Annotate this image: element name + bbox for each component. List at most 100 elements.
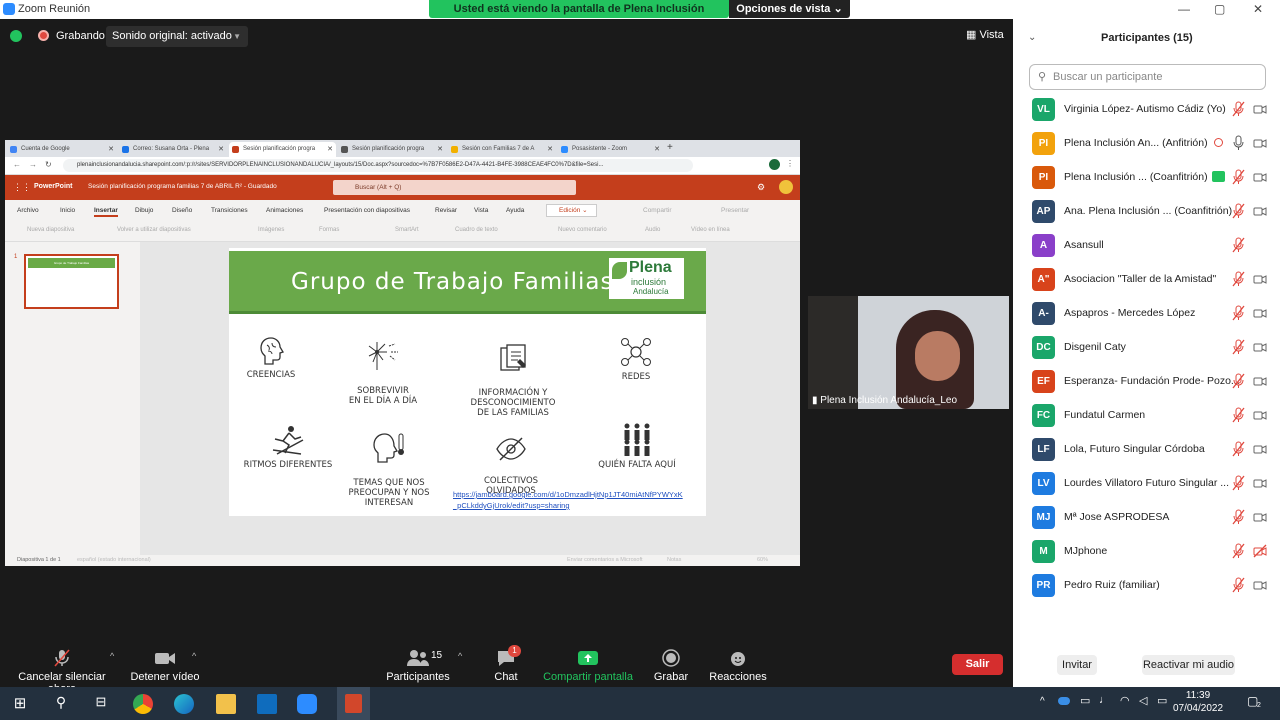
profile-avatar[interactable] bbox=[769, 159, 780, 170]
view-options-button[interactable]: Opciones de vista ⌄ bbox=[729, 0, 850, 18]
participant-row[interactable]: DC Disgenil Caty bbox=[1013, 331, 1280, 365]
participant-video[interactable]: ▮ Plena Inclusión Andalucía_Leo bbox=[808, 296, 1009, 409]
leave-meeting-button[interactable]: Salir bbox=[952, 654, 1003, 675]
ribbon-reuse-slides[interactable]: Volver a utilizar diapositivas bbox=[117, 227, 191, 233]
participant-row[interactable]: FC Fundatul Carmen bbox=[1013, 399, 1280, 433]
participant-row[interactable]: PI Plena Inclusión An... (Anfitrión) bbox=[1013, 127, 1280, 161]
battery-icon[interactable]: ▭ bbox=[1157, 694, 1167, 707]
browser-tab[interactable]: Posasistente - Zoom ✕ bbox=[558, 142, 663, 157]
browser-menu-icon[interactable]: ⋮ bbox=[786, 159, 794, 168]
browser-tab-active[interactable]: Sesión planificación progra ✕ bbox=[229, 142, 336, 157]
tray-chevron-icon[interactable]: ^ bbox=[1040, 696, 1045, 707]
participant-row[interactable]: PR Pedro Ruiz (familiar) bbox=[1013, 569, 1280, 603]
audio-options-caret-icon[interactable]: ^ bbox=[110, 651, 114, 661]
menu-vista[interactable]: Vista bbox=[474, 207, 488, 214]
participant-row[interactable]: EF Esperanza- Fundación Prode- Pozo... bbox=[1013, 365, 1280, 399]
tab-close-icon[interactable]: ✕ bbox=[547, 145, 553, 153]
browser-tab[interactable]: Sesión con Familias 7 de A ✕ bbox=[448, 142, 556, 157]
file-explorer-icon[interactable] bbox=[216, 694, 236, 714]
taskbar-search-icon[interactable]: ⚲ bbox=[51, 694, 71, 714]
volume-icon[interactable]: ◁ bbox=[1139, 694, 1147, 707]
status-zoom[interactable]: 60% bbox=[757, 557, 768, 563]
reactivate-audio-button[interactable]: Reactivar mi audio bbox=[1142, 655, 1235, 675]
onedrive-icon[interactable] bbox=[1058, 697, 1070, 705]
menu-inicio[interactable]: Inicio bbox=[60, 207, 75, 214]
taskbar-clock[interactable]: 11:39 07/04/2022 bbox=[1168, 689, 1228, 715]
slide-thumbnail[interactable]: Grupo de Trabajo Familias bbox=[24, 254, 119, 309]
caret-down-icon[interactable]: ▼ bbox=[233, 26, 241, 47]
ribbon-smartart[interactable]: SmartArt bbox=[395, 227, 419, 233]
status-language[interactable]: español (estado internacional) bbox=[77, 557, 151, 563]
status-notes[interactable]: Notas bbox=[667, 557, 681, 563]
ribbon-textbox[interactable]: Cuadro de texto bbox=[455, 227, 498, 233]
ribbon-online-video[interactable]: Vídeo en línea bbox=[691, 227, 730, 233]
user-avatar[interactable] bbox=[779, 180, 793, 194]
zoom-taskbar-icon[interactable] bbox=[297, 694, 317, 714]
maximize-icon[interactable]: ▢ bbox=[1214, 2, 1225, 16]
tray-mic-icon[interactable]: ♩ bbox=[1099, 694, 1110, 706]
menu-insertar[interactable]: Insertar bbox=[94, 207, 118, 217]
video-options-caret-icon[interactable]: ^ bbox=[192, 651, 196, 661]
original-sound-button[interactable]: Sonido original: activado ▼ bbox=[106, 26, 248, 47]
reload-icon[interactable]: ↻ bbox=[45, 160, 52, 169]
tab-close-icon[interactable]: ✕ bbox=[654, 145, 660, 153]
view-button[interactable]: ▦ Vista bbox=[966, 28, 1004, 41]
present-button[interactable]: Presentar bbox=[721, 207, 749, 214]
reactions-button[interactable]: Reacciones bbox=[708, 639, 768, 683]
ribbon-images[interactable]: Imágenes bbox=[258, 227, 284, 233]
back-icon[interactable]: ← bbox=[13, 160, 21, 169]
collapse-chevron-icon[interactable]: ⌄ bbox=[1028, 32, 1036, 43]
menu-archivo[interactable]: Archivo bbox=[17, 207, 39, 214]
invite-button[interactable]: Invitar bbox=[1057, 655, 1097, 675]
menu-revisar[interactable]: Revisar bbox=[435, 207, 457, 214]
new-tab-icon[interactable]: + bbox=[667, 142, 673, 153]
windows-start-icon[interactable]: ⊞ bbox=[10, 694, 30, 714]
ribbon-audio[interactable]: Audio bbox=[645, 227, 660, 233]
url-field[interactable]: plenainclusionandalucia.sharepoint.com/:… bbox=[63, 159, 693, 172]
task-view-icon[interactable]: ⊟ bbox=[91, 694, 111, 714]
share-button[interactable]: Compartir bbox=[643, 207, 672, 214]
browser-tab[interactable]: Sesión planificación progra ✕ bbox=[338, 142, 446, 157]
ribbon-new-comment[interactable]: Nuevo comentario bbox=[558, 227, 607, 233]
participant-row[interactable]: LV Lourdes Villatoro Futuro Singular ... bbox=[1013, 467, 1280, 501]
close-icon[interactable]: ✕ bbox=[1253, 2, 1263, 16]
participant-row[interactable]: A Asansull bbox=[1013, 229, 1280, 263]
security-shield-icon[interactable] bbox=[10, 30, 22, 42]
edge-icon[interactable] bbox=[174, 694, 194, 714]
browser-tab[interactable]: Correo: Susana Orta - Plena ✕ bbox=[119, 142, 227, 157]
share-screen-button[interactable]: Compartir pantalla bbox=[542, 639, 634, 683]
participant-row[interactable]: PI Plena Inclusión ... (Coanfitrión) bbox=[1013, 161, 1280, 195]
slide-canvas[interactable]: Grupo de Trabajo Familias Plena inclusió… bbox=[229, 248, 706, 516]
participant-row[interactable]: VL Virginia López- Autismo Cádiz (Yo) bbox=[1013, 93, 1280, 127]
menu-ayuda[interactable]: Ayuda bbox=[506, 207, 524, 214]
minimize-icon[interactable]: — bbox=[1178, 2, 1190, 16]
tab-close-icon[interactable]: ✕ bbox=[437, 145, 443, 153]
record-button[interactable]: Grabar bbox=[650, 639, 692, 683]
powerpoint-taskbar-icon[interactable] bbox=[337, 687, 370, 720]
tray-zoom-icon[interactable]: ▭ bbox=[1080, 694, 1090, 707]
tab-close-icon[interactable]: ✕ bbox=[108, 145, 114, 153]
chat-button[interactable]: Chat bbox=[485, 639, 527, 683]
forward-icon[interactable]: → bbox=[29, 160, 37, 169]
chrome-icon[interactable] bbox=[133, 694, 153, 714]
document-title[interactable]: Sesión planificación programa familias 7… bbox=[88, 183, 277, 190]
menu-dibujo[interactable]: Dibujo bbox=[135, 207, 153, 214]
ppt-search-box[interactable]: Buscar (Alt + Q) bbox=[333, 180, 576, 195]
outlook-icon[interactable] bbox=[257, 694, 277, 714]
ribbon-shapes[interactable]: Formas bbox=[319, 227, 339, 233]
ribbon-new-slide[interactable]: Nueva diapositiva bbox=[27, 227, 74, 233]
tab-close-icon[interactable]: ✕ bbox=[327, 145, 333, 153]
edit-mode-dropdown[interactable]: Edición ⌄ bbox=[546, 204, 597, 217]
wifi-icon[interactable]: ◠ bbox=[1120, 694, 1130, 707]
participants-caret-icon[interactable]: ^ bbox=[458, 651, 462, 661]
app-launcher-icon[interactable]: ⋮⋮ bbox=[13, 182, 31, 193]
participant-row[interactable]: MJ Mª Jose ASPRODESA bbox=[1013, 501, 1280, 535]
stop-video-button[interactable]: Detener vídeo bbox=[130, 639, 200, 683]
participant-row[interactable]: AP Ana. Plena Inclusión ... (Coanfitrión) bbox=[1013, 195, 1280, 229]
settings-gear-icon[interactable]: ⚙ bbox=[757, 182, 765, 193]
tab-close-icon[interactable]: ✕ bbox=[218, 145, 224, 153]
participant-row[interactable]: A- Aspapros - Mercedes López bbox=[1013, 297, 1280, 331]
participants-button[interactable]: Participantes bbox=[384, 639, 452, 683]
participant-row[interactable]: LF Lola, Futuro Singular Córdoba bbox=[1013, 433, 1280, 467]
browser-tab[interactable]: Cuenta de Google ✕ bbox=[7, 142, 117, 157]
